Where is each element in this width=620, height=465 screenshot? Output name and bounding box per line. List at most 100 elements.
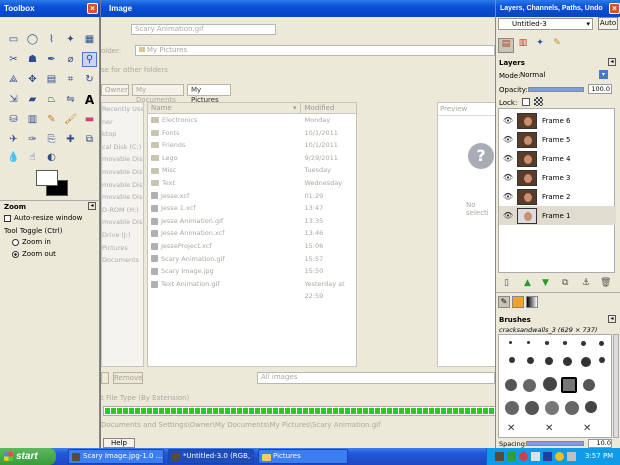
spacing-slider[interactable]: [526, 441, 584, 446]
foreground-color-swatch[interactable]: [36, 170, 58, 186]
column-name[interactable]: Name ▾: [148, 103, 301, 113]
color-picker-icon[interactable]: ⌀: [63, 52, 78, 67]
lower-layer-icon[interactable]: ▼: [542, 278, 549, 288]
layer-row[interactable]: 👁 Frame 4: [499, 149, 616, 168]
spacing-value[interactable]: 10.0: [588, 439, 612, 448]
eye-icon[interactable]: 👁: [499, 192, 517, 201]
file-row[interactable]: Misc Tuesday: [148, 164, 356, 177]
layer-row[interactable]: 👁 Frame 5: [499, 130, 616, 149]
duplicate-layer-icon[interactable]: ⧉: [562, 278, 568, 288]
perspective-icon[interactable]: ⏢: [44, 92, 59, 107]
foreground-select-icon[interactable]: ☗: [25, 52, 40, 67]
remove-bookmark-button[interactable]: Remove: [113, 372, 143, 384]
file-filter-select[interactable]: All images: [257, 372, 495, 384]
file-row[interactable]: JesseProject.xcf 15:06: [148, 240, 356, 253]
tray-icon[interactable]: [519, 452, 528, 461]
places-item[interactable]: Recently Used: [102, 103, 143, 116]
file-row[interactable]: Scary Image.jpg 15:50: [148, 265, 356, 278]
file-row[interactable]: Scary Animation.gif 15:57: [148, 253, 356, 266]
scissors-icon[interactable]: ✂: [6, 52, 21, 67]
delete-layer-icon[interactable]: 🗑: [600, 278, 611, 288]
heal-icon[interactable]: ✚: [63, 132, 78, 147]
crumb-owner[interactable]: Owner: [101, 84, 129, 96]
help-button[interactable]: Help: [103, 438, 135, 448]
text-tool-icon[interactable]: A: [82, 92, 97, 107]
file-row[interactable]: Fonts 10/1/2011: [148, 127, 356, 140]
file-row[interactable]: Jesse Animation.gif 13:35: [148, 215, 356, 228]
tab-gradients[interactable]: [526, 296, 538, 308]
name-input[interactable]: Scary Animation.gif: [131, 24, 276, 35]
blur-icon[interactable]: 💧: [6, 150, 21, 165]
opacity-slider[interactable]: [528, 87, 584, 92]
browse-other-folders[interactable]: se for other folders: [101, 66, 168, 74]
tab-layers[interactable]: ▤: [498, 38, 514, 53]
eye-icon[interactable]: 👁: [499, 135, 517, 144]
file-row[interactable]: Lego 9/29/2011: [148, 152, 356, 165]
eye-icon[interactable]: 👁: [499, 116, 517, 125]
crumb-my-pictures[interactable]: My Pictures: [187, 84, 231, 104]
auto-button[interactable]: Auto: [598, 17, 618, 30]
places-item[interactable]: movable Disk (F:): [102, 179, 143, 192]
places-item[interactable]: movable Disk (G:): [102, 191, 143, 204]
eraser-icon[interactable]: ▬: [82, 112, 97, 127]
rotate-icon[interactable]: ↻: [82, 72, 97, 87]
bucket-fill-icon[interactable]: ⛁: [6, 112, 21, 127]
places-item[interactable]: movable Disk (E:): [102, 166, 143, 179]
folder-select[interactable]: My Pictures: [135, 45, 495, 56]
tray-icon[interactable]: [543, 452, 552, 461]
shear-icon[interactable]: ▰: [25, 92, 40, 107]
move-icon[interactable]: ✥: [25, 72, 40, 87]
file-row[interactable]: Text Animation.gif Yesterday at 22:59: [148, 278, 356, 300]
brushes-grid[interactable]: ✕ ✕ ✕: [498, 334, 612, 438]
layers-menu-icon[interactable]: ◂: [608, 58, 616, 66]
tab-channels[interactable]: ▥: [515, 38, 531, 53]
mode-select[interactable]: Normal ▾: [520, 69, 608, 81]
file-row[interactable]: Electronics Monday: [148, 114, 356, 127]
taskbar-item-untitled-3[interactable]: *Untitled-3.0 (RGB, 6...: [168, 449, 254, 464]
align-icon[interactable]: ▤: [44, 72, 59, 87]
fuzzy-select-icon[interactable]: ✦: [63, 32, 78, 47]
places-item[interactable]: ktop: [102, 128, 143, 141]
scale-icon[interactable]: ⇲: [6, 92, 21, 107]
file-type-expander[interactable]: t File Type (By Extension): [101, 394, 189, 402]
blend-icon[interactable]: ▥: [25, 112, 40, 127]
zoom-out-radio[interactable]: Zoom out: [12, 250, 56, 258]
layer-row[interactable]: 👁 Frame 1: [499, 206, 616, 225]
layer-row[interactable]: 👁 Frame 2: [499, 187, 616, 206]
file-row[interactable]: Jesse.xcf 01:29: [148, 190, 356, 203]
file-row[interactable]: Jesse 1.xcf 13:47: [148, 202, 356, 215]
tray-icon[interactable]: [555, 452, 564, 461]
brushes-menu-icon[interactable]: ◂: [608, 315, 616, 323]
taskbar-item-pictures[interactable]: Pictures: [258, 449, 348, 464]
places-item[interactable]: ner: [102, 116, 143, 129]
airbrush-icon[interactable]: ✈: [6, 132, 21, 147]
clone-icon[interactable]: ⎘: [44, 132, 59, 147]
tab-patterns[interactable]: [512, 296, 524, 308]
places-item[interactable]: cal Disk (C:): [102, 141, 143, 154]
rect-select-icon[interactable]: ▭: [6, 32, 21, 47]
places-item[interactable]: Pictures: [102, 242, 143, 255]
ink-icon[interactable]: ✑: [25, 132, 40, 147]
crumb-my-documents[interactable]: My Documents: [132, 84, 184, 104]
zoom-in-radio[interactable]: Zoom in: [12, 238, 51, 246]
flip-icon[interactable]: ⇋: [63, 92, 78, 107]
places-item[interactable]: Documents: [102, 254, 143, 267]
tray-icon[interactable]: [531, 452, 540, 461]
free-select-icon[interactable]: ⌇: [44, 32, 59, 47]
pencil-icon[interactable]: ✎: [44, 112, 59, 127]
new-layer-icon[interactable]: ▯: [504, 278, 509, 288]
places-item[interactable]: movable Disk (I:): [102, 216, 143, 229]
toolbox-close-icon[interactable]: ×: [87, 3, 98, 14]
tab-undo[interactable]: ✎: [549, 38, 565, 53]
zoom-icon[interactable]: ⚲: [82, 52, 97, 67]
tray-icon[interactable]: [495, 452, 504, 461]
add-bookmark-button[interactable]: [101, 372, 109, 384]
file-row[interactable]: Jesse Animation.xcf 13:46: [148, 227, 356, 240]
column-modified[interactable]: Modified: [301, 103, 356, 113]
measure-icon[interactable]: ⟁: [6, 72, 21, 87]
layer-row[interactable]: 👁 Frame 3: [499, 168, 616, 187]
taskbar-item-scary-image[interactable]: Scary Image.jpg-1.0 ...: [68, 449, 164, 464]
brushes-scrollbar[interactable]: [613, 334, 619, 438]
crop-icon[interactable]: ⌗: [63, 72, 78, 87]
start-button[interactable]: start: [0, 448, 56, 465]
